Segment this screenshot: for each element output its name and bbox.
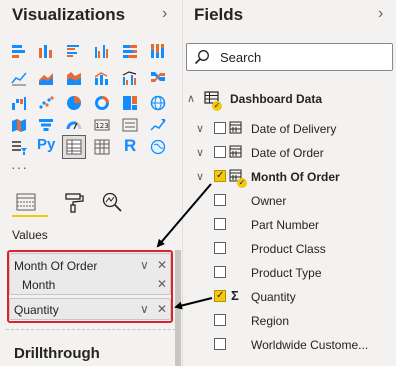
matrix-icon[interactable] (93, 138, 111, 156)
line-and-column-chart-icon[interactable] (93, 69, 111, 87)
svg-text:123: 123 (95, 122, 108, 130)
format-paint-roller-icon[interactable] (62, 191, 86, 213)
python-visual-icon[interactable]: Py (37, 136, 55, 153)
map-globe-icon[interactable] (149, 94, 167, 112)
field-label-date-of-delivery[interactable]: Date of Delivery (251, 122, 336, 136)
field-checkbox[interactable] (214, 146, 226, 158)
field-label-month-of-order[interactable]: Month Of Order (251, 170, 340, 184)
analytics-magnifier-icon[interactable] (100, 191, 124, 213)
sigma-sum-icon: Σ (231, 288, 239, 303)
filled-map-icon[interactable] (10, 116, 28, 134)
line-chart-icon[interactable] (10, 69, 28, 87)
waterfall-chart-icon[interactable] (10, 94, 28, 112)
field-checkbox[interactable] (214, 194, 226, 206)
line-and-clustered-column-chart-icon[interactable] (121, 69, 139, 87)
field-checkbox[interactable] (214, 218, 226, 230)
stacked-column-chart-icon[interactable] (37, 42, 55, 60)
stacked-area-chart-icon[interactable] (65, 69, 83, 87)
field-checkbox[interactable] (214, 122, 226, 134)
calendar-icon (229, 144, 243, 158)
expand-date-hierarchy-chevron-icon[interactable]: ∨ (196, 170, 204, 183)
100-stacked-column-chart-icon[interactable] (149, 42, 167, 60)
search-input[interactable]: Search (186, 43, 393, 71)
expand-date-hierarchy-chevron-icon[interactable]: ∨ (196, 146, 204, 159)
stacked-bar-chart-icon[interactable] (10, 42, 28, 60)
multi-row-card-icon[interactable] (121, 116, 139, 134)
field-label-owner[interactable]: Owner (251, 194, 286, 208)
field-checkbox[interactable] (214, 338, 226, 350)
search-placeholder: Search (220, 50, 262, 65)
ribbon-chart-icon[interactable] (149, 69, 167, 87)
table-in-use-check-icon: ✓ (212, 101, 222, 111)
field-checkbox[interactable] (214, 266, 226, 278)
treemap-icon[interactable] (121, 94, 139, 112)
values-label: Values (12, 228, 48, 242)
drillthrough-heading: Drillthrough (14, 345, 100, 362)
search-icon (194, 49, 210, 65)
scatter-chart-icon[interactable] (37, 94, 55, 112)
active-tab-underline (12, 215, 48, 217)
table-visual-selected[interactable] (62, 135, 86, 159)
calendar-icon (229, 120, 243, 134)
kpi-icon[interactable] (149, 116, 167, 134)
visualizations-title: Visualizations (12, 5, 126, 24)
field-checkbox-checked[interactable]: ✓ (214, 290, 226, 302)
field-checkbox[interactable] (214, 242, 226, 254)
donut-chart-icon[interactable] (93, 94, 111, 112)
collapse-table-chevron-icon[interactable]: ∧ (187, 92, 195, 105)
highlight-annotation-box (7, 250, 173, 323)
field-label-product-type[interactable]: Product Type (251, 266, 322, 280)
table-name[interactable]: Dashboard Data (230, 92, 322, 106)
field-checkbox[interactable] (214, 314, 226, 326)
visual-gallery: 123 Py R ··· (10, 42, 170, 182)
clustered-bar-chart-icon[interactable] (65, 42, 83, 60)
100-stacked-bar-chart-icon[interactable] (121, 42, 139, 60)
field-label-worldwide-customer[interactable]: Worldwide Custome... (251, 338, 368, 352)
funnel-chart-icon[interactable] (37, 116, 55, 134)
pie-chart-icon[interactable] (65, 94, 83, 112)
expand-date-hierarchy-chevron-icon[interactable]: ∨ (196, 122, 204, 135)
well-drop-zone-divider (6, 329, 176, 330)
more-visuals-icon[interactable]: ··· (11, 159, 28, 175)
fields-title: Fields (194, 5, 244, 24)
slicer-icon[interactable] (10, 138, 28, 156)
gauge-icon[interactable] (65, 116, 83, 134)
field-label-date-of-order[interactable]: Date of Order (251, 146, 324, 160)
collapse-fields-chevron-icon[interactable]: › (378, 5, 383, 23)
fields-tab-icon[interactable] (14, 191, 38, 213)
field-label-product-class[interactable]: Product Class (251, 242, 326, 256)
area-chart-icon[interactable] (37, 69, 55, 87)
field-label-quantity[interactable]: Quantity (251, 290, 296, 304)
field-label-region[interactable]: Region (251, 314, 289, 328)
field-in-use-check-icon: ✓ (237, 178, 247, 188)
collapse-visualizations-chevron-icon[interactable]: › (162, 5, 167, 23)
field-checkbox-checked[interactable]: ✓ (214, 170, 226, 182)
r-script-visual-icon[interactable]: R (124, 136, 136, 156)
clustered-column-chart-icon[interactable] (93, 42, 111, 60)
scrollbar-thumb[interactable] (175, 250, 181, 366)
arcgis-globe-icon[interactable] (149, 138, 167, 156)
card-icon[interactable]: 123 (93, 116, 111, 134)
field-label-part-number[interactable]: Part Number (251, 218, 319, 232)
